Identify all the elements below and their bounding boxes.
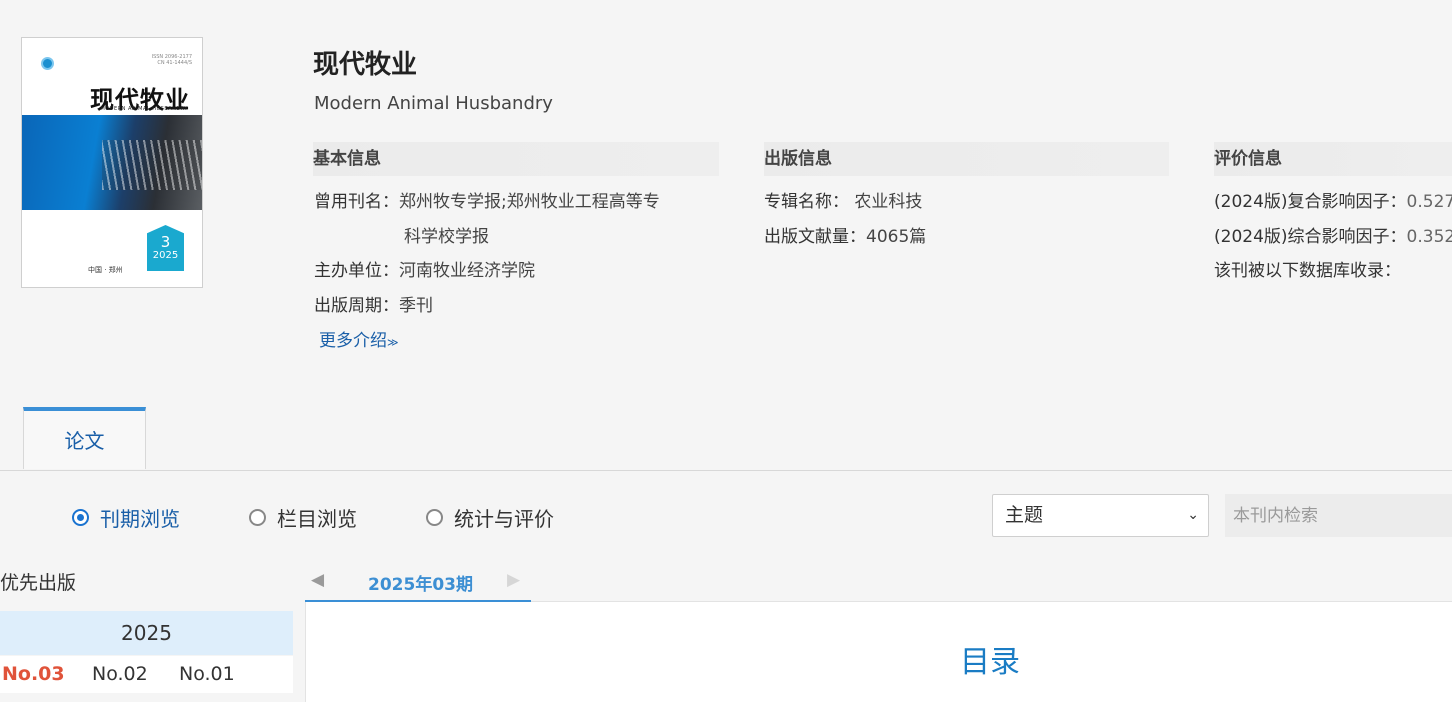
count-label: 出版文献量： [764, 227, 866, 247]
current-issue-label: 2025年03期 [368, 575, 473, 595]
databases-row: 该刊被以下数据库收录： [1214, 254, 1401, 289]
issue-no03[interactable]: No.03 [2, 656, 65, 693]
former-name-label: 曾用刊名： [314, 192, 399, 212]
integrated-if-row: (2024版)综合影响因子：0.352 [1214, 220, 1452, 255]
journal-search-input[interactable] [1225, 494, 1452, 537]
cycle-row: 出版周期：季刊 [314, 289, 433, 324]
album-label: 专辑名称： [764, 192, 849, 212]
radio-column-browse[interactable]: 栏目浏览 [249, 503, 357, 532]
radio-stats-eval[interactable]: 统计与评价 [426, 503, 554, 532]
search-field-select-value: 主题 [1005, 504, 1044, 526]
radio-unchecked-icon[interactable] [426, 509, 443, 526]
composite-if-label: (2024版)复合影响因子： [1214, 192, 1407, 212]
year-2025[interactable]: 2025 [0, 611, 293, 655]
basic-info-heading-text: 基本信息 [313, 149, 381, 169]
double-chevron-down-icon: ≫ [387, 336, 399, 349]
cover-place: 中国 · 郑州 [88, 266, 123, 274]
journal-english-title: Modern Animal Husbandry [314, 93, 553, 114]
integrated-if-label: (2024版)综合影响因子： [1214, 227, 1407, 247]
more-intro-label: 更多介绍 [319, 331, 387, 351]
issue-list: No.03 No.02 No.01 [0, 656, 293, 693]
eval-info-heading: 评价信息 [1214, 142, 1452, 176]
cover-issue-badge: 3 2025 [147, 225, 184, 271]
triangle-left-icon[interactable]: ◀ [311, 570, 324, 590]
radio-stats-eval-label: 统计与评价 [454, 507, 554, 531]
radio-unchecked-icon[interactable] [249, 509, 266, 526]
cycle-value: 季刊 [399, 296, 433, 316]
former-name-value-cont: 科学校学报 [404, 227, 489, 247]
album-value: 农业科技 [854, 192, 923, 212]
cover-subtitle: MODERN ANIMAL HUSBANDRY [100, 106, 188, 112]
radio-column-browse-label: 栏目浏览 [277, 507, 357, 531]
cover-issue-number: 3 [160, 233, 171, 251]
composite-if-value: 0.527 [1406, 192, 1452, 212]
basic-info-heading: 基本信息 [313, 142, 719, 176]
radio-issue-browse-label: 刊期浏览 [100, 507, 180, 531]
chevron-down-icon: ⌄ [1187, 507, 1199, 523]
publish-info-heading: 出版信息 [764, 142, 1169, 176]
tab-papers-label: 论文 [64, 429, 105, 453]
former-name-row: 曾用刊名：郑州牧专学报;郑州牧业工程高等专 [314, 185, 660, 220]
sponsor-label: 主办单位： [314, 261, 399, 281]
cover-issn-line2: CN 41-1444/S [157, 60, 192, 66]
toc-title: 目录 [960, 645, 1020, 680]
issue-nav: ◀ 2025年03期 ▶ [305, 566, 531, 602]
cycle-label: 出版周期： [314, 296, 399, 316]
composite-if-row: (2024版)复合影响因子：0.527 [1214, 185, 1452, 220]
priority-publish-label[interactable]: 优先出版 [0, 568, 76, 595]
more-intro-link[interactable]: 更多介绍≫ [319, 326, 399, 351]
databases-label: 该刊被以下数据库收录： [1214, 261, 1401, 281]
triangle-right-icon[interactable]: ▶ [507, 570, 520, 590]
eval-info-heading-text: 评价信息 [1214, 149, 1282, 169]
toc-panel [305, 602, 1452, 702]
publish-info-heading-text: 出版信息 [764, 149, 832, 169]
sponsor-value: 河南牧业经济学院 [399, 261, 535, 281]
issue-no02[interactable]: No.02 [92, 656, 148, 693]
former-name-cont: 科学校学报 [404, 220, 489, 255]
issue-no01[interactable]: No.01 [179, 656, 235, 693]
former-name-value: 郑州牧专学报;郑州牧业工程高等专 [399, 192, 660, 212]
radio-checked-icon[interactable] [72, 509, 89, 526]
count-value: 4065篇 [866, 227, 927, 247]
journal-title: 现代牧业 [313, 50, 418, 80]
album-row: 专辑名称： 农业科技 [764, 185, 922, 220]
tab-divider [0, 470, 1452, 471]
year-label: 2025 [121, 621, 172, 645]
cover-photo [22, 115, 202, 210]
journal-cover: ISSN 2096-2177 CN 41-1444/S 现代牧业 MODERN … [21, 37, 203, 288]
sponsor-row: 主办单位：河南牧业经济学院 [314, 254, 535, 289]
count-row: 出版文献量：4065篇 [764, 220, 926, 255]
cover-issue-year: 2025 [152, 250, 179, 261]
integrated-if-value: 0.352 [1406, 227, 1452, 247]
tab-papers[interactable]: 论文 [23, 407, 146, 469]
cover-logo-icon [41, 57, 54, 70]
radio-issue-browse[interactable]: 刊期浏览 [72, 503, 180, 532]
cover-issn: ISSN 2096-2177 CN 41-1444/S [152, 54, 192, 66]
search-field-select[interactable]: 主题 ⌄ [992, 494, 1209, 537]
